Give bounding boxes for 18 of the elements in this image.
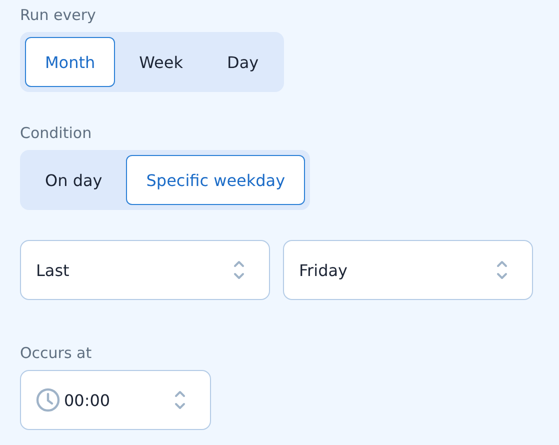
select-value: Friday bbox=[299, 260, 348, 280]
clock-icon bbox=[36, 388, 60, 412]
segment-option[interactable]: On day bbox=[25, 155, 122, 205]
time-value: 00:00 bbox=[64, 390, 112, 410]
segment-option[interactable]: Day bbox=[207, 37, 279, 87]
chevron-updown-icon bbox=[233, 259, 245, 281]
select-field[interactable]: Last bbox=[20, 240, 270, 300]
select-value: Last bbox=[36, 260, 70, 280]
select-field[interactable]: Friday bbox=[283, 240, 533, 300]
field-label: Condition bbox=[20, 124, 93, 144]
field-label: Run every bbox=[20, 6, 97, 26]
time-field[interactable]: 00:00 bbox=[20, 370, 211, 430]
chevron-updown-icon bbox=[174, 389, 186, 411]
chevron-updown-icon bbox=[496, 259, 508, 281]
segment-option[interactable]: Week bbox=[119, 37, 203, 87]
segment-option[interactable]: Month bbox=[25, 37, 116, 87]
field-label: Occurs at bbox=[20, 344, 93, 364]
segment-option[interactable]: Specific weekday bbox=[126, 155, 306, 205]
